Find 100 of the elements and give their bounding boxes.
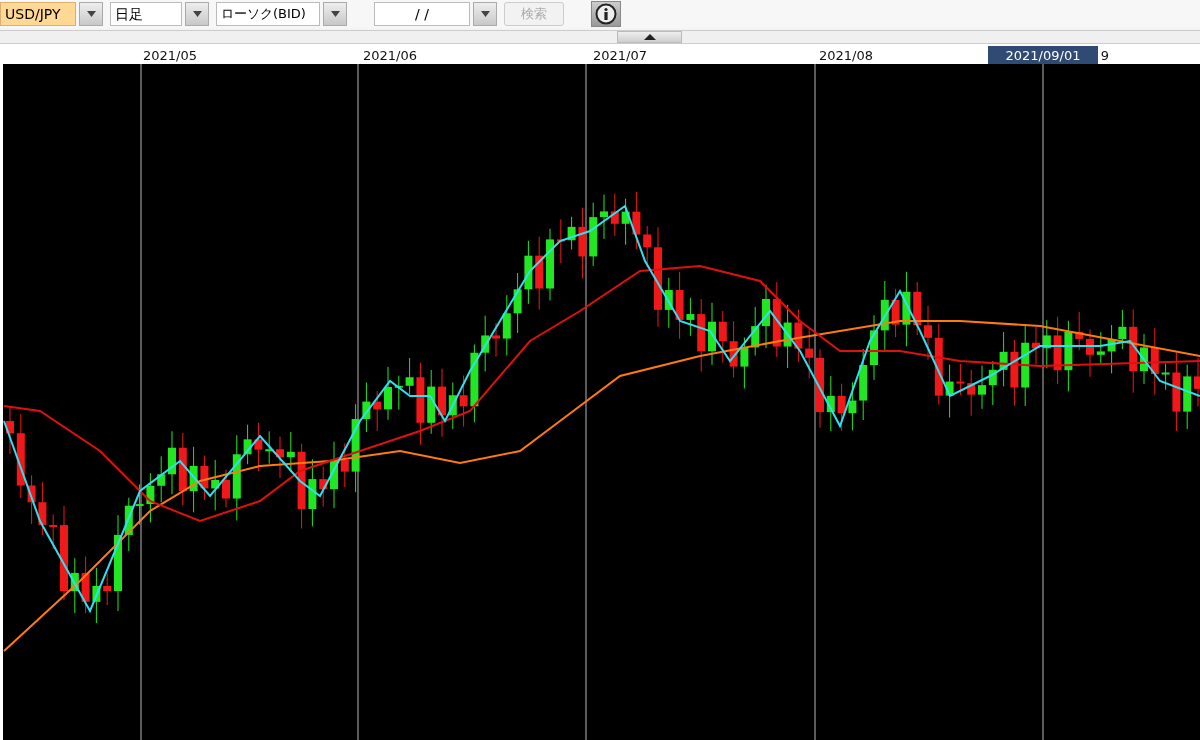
candlestick <box>243 424 252 465</box>
date-axis-label: 2021/06 <box>363 48 417 63</box>
candlestick <box>610 193 619 237</box>
chart-type-select[interactable]: ローソク(BID) <box>216 2 320 26</box>
candlestick <box>1086 328 1094 378</box>
dropdown-button[interactable] <box>79 2 103 26</box>
candlestick <box>448 381 457 430</box>
candlestick <box>988 360 997 406</box>
candlestick <box>600 194 608 240</box>
candlestick <box>135 483 144 525</box>
candlestick <box>826 375 835 432</box>
triangle-up-icon <box>643 34 656 40</box>
candlestick <box>880 280 889 352</box>
candlestick <box>1042 319 1051 369</box>
candlestick <box>427 369 436 435</box>
candlestick <box>459 375 468 428</box>
dropdown-button[interactable] <box>323 2 347 26</box>
candlestick <box>567 216 576 250</box>
candlestick <box>319 466 328 508</box>
candlestick <box>384 366 392 421</box>
candlestick <box>751 306 760 357</box>
candlestick <box>276 436 284 479</box>
candlestick <box>265 430 274 465</box>
collapse-handle[interactable] <box>617 31 682 43</box>
candlestick <box>254 422 263 472</box>
candlestick <box>1010 339 1019 407</box>
candlestick <box>762 284 770 349</box>
caret-down-icon <box>192 11 202 17</box>
candlestick <box>1107 324 1116 374</box>
date-axis-label: 2021/08 <box>819 48 873 63</box>
candlestick <box>1075 311 1084 351</box>
candlestick <box>81 556 90 614</box>
candlestick <box>729 320 738 378</box>
candlestick <box>438 368 446 438</box>
candlestick <box>718 310 727 364</box>
candlestick <box>1064 320 1073 392</box>
candlestick <box>1096 331 1105 364</box>
period-select[interactable]: 日足 <box>110 2 182 26</box>
candlestick <box>1140 333 1148 385</box>
cursor-date-label: 2021/09/01 <box>988 46 1098 64</box>
candlestick <box>621 198 630 246</box>
candlestick <box>664 277 673 329</box>
candlestick <box>978 365 986 410</box>
candlestick <box>945 364 954 418</box>
candlestick <box>340 442 349 488</box>
candlestick <box>157 455 166 503</box>
candlestick <box>956 363 965 396</box>
candlestick <box>1183 364 1192 430</box>
candlestick <box>891 288 900 338</box>
candlestick <box>913 281 922 336</box>
candlestick <box>373 390 382 432</box>
candlestick <box>837 383 846 432</box>
candlestick <box>870 314 878 381</box>
date-axis-label: 2021/07 <box>593 48 647 63</box>
date-axis-label: 2021/05 <box>143 48 197 63</box>
candlestick <box>70 557 79 614</box>
candlestick <box>805 328 814 379</box>
candlestick <box>362 382 371 433</box>
candlestick <box>200 455 209 501</box>
candlestick <box>740 337 749 389</box>
candlestick <box>222 469 230 508</box>
candlestick <box>924 305 932 361</box>
info-icon <box>595 3 617 25</box>
candlestick <box>794 309 803 363</box>
candlestick <box>146 472 155 523</box>
candlestick <box>578 207 587 279</box>
date-axis-label: 9 <box>1100 48 1110 63</box>
candlestick <box>189 446 198 513</box>
candlestick <box>1032 326 1040 366</box>
date-field[interactable]: / / <box>374 2 470 26</box>
candlestick <box>394 375 403 411</box>
candlestick <box>1053 316 1062 385</box>
candlestick <box>1194 357 1200 407</box>
info-button[interactable] <box>591 1 621 27</box>
candlestick <box>330 441 338 509</box>
candlestick <box>632 191 641 250</box>
caret-down-icon <box>330 11 340 17</box>
candlestick <box>168 430 176 495</box>
candlestick <box>92 567 101 624</box>
candlestick <box>848 381 857 431</box>
candlestick <box>38 481 47 536</box>
candlestick <box>103 572 112 606</box>
caret-down-icon <box>86 11 96 17</box>
candlestick <box>708 302 716 366</box>
candlestick <box>481 315 490 372</box>
dropdown-button[interactable] <box>473 2 497 26</box>
candlestick <box>1118 309 1127 350</box>
candlestick <box>967 369 976 417</box>
candlestick <box>675 271 684 340</box>
dropdown-button[interactable] <box>185 2 209 26</box>
candlestick <box>492 322 500 358</box>
candlestick <box>405 357 414 395</box>
candlestick <box>502 294 511 356</box>
candlestick <box>49 514 58 550</box>
candlestick <box>589 202 598 267</box>
currency-pair-select[interactable]: USD/JPY <box>0 2 76 26</box>
candlestick <box>524 240 533 305</box>
candlestick <box>783 304 792 369</box>
candlestick <box>1161 363 1170 391</box>
candlestick <box>999 331 1008 387</box>
